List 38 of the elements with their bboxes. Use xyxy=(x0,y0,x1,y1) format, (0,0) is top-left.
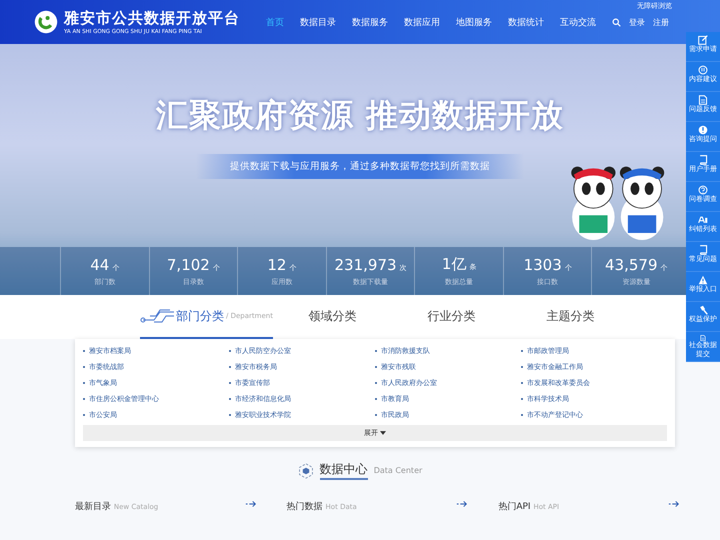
circuit-icon xyxy=(140,308,174,324)
logo-icon xyxy=(34,10,58,34)
stat-value: 1亿 xyxy=(442,255,466,274)
arrow-right-icon[interactable] xyxy=(456,500,468,508)
doc-icon xyxy=(698,95,708,105)
stat-value: 44 xyxy=(90,256,110,274)
nav-link[interactable]: 数据目录 xyxy=(300,16,336,28)
site-title: 雅安市公共数据开放平台 xyxy=(64,9,240,28)
arrow-right-icon[interactable] xyxy=(244,500,257,508)
nav-link[interactable]: 地图服务 xyxy=(456,16,492,28)
nav-link[interactable]: 数据统计 xyxy=(508,16,544,28)
warning-icon xyxy=(698,275,708,285)
hammer-icon xyxy=(698,305,708,315)
nav-link[interactable]: 数据服务 xyxy=(352,16,388,28)
alert-icon xyxy=(698,125,708,135)
edit-icon xyxy=(698,35,708,45)
arrow-right-icon[interactable] xyxy=(668,500,680,508)
stat-value: 43,579 xyxy=(605,256,658,274)
hero-tagline: 提供数据下载与应用服务，通过多种数据帮您找到所需数据 xyxy=(196,154,524,179)
stat-value: 231,973 xyxy=(334,256,397,274)
doc-icon xyxy=(698,335,708,342)
stat-value: 1303 xyxy=(524,256,562,274)
section-title: 数据中心 xyxy=(320,461,368,480)
register-link[interactable]: 注册 xyxy=(653,16,669,28)
question-icon xyxy=(698,185,708,195)
nav-link[interactable]: 数据应用 xyxy=(404,16,440,28)
category-tab[interactable]: 行业分类 xyxy=(392,295,511,339)
search-icon[interactable] xyxy=(612,18,621,26)
cube-icon xyxy=(298,462,314,478)
stat-value: 12 xyxy=(267,256,286,274)
stat-value: 7,102 xyxy=(166,256,210,274)
category-tab[interactable]: 领域分类 xyxy=(272,295,392,339)
category-tab[interactable]: 主题分类 xyxy=(510,295,630,339)
login-link[interactable]: 登录 xyxy=(629,16,645,28)
nav-link[interactable]: 互动交流 xyxy=(560,16,596,28)
section-subtitle: Data Center xyxy=(374,466,422,475)
caret-icon xyxy=(380,431,386,436)
hero-headline: 汇聚政府资源 推动数据开放 xyxy=(156,95,564,136)
